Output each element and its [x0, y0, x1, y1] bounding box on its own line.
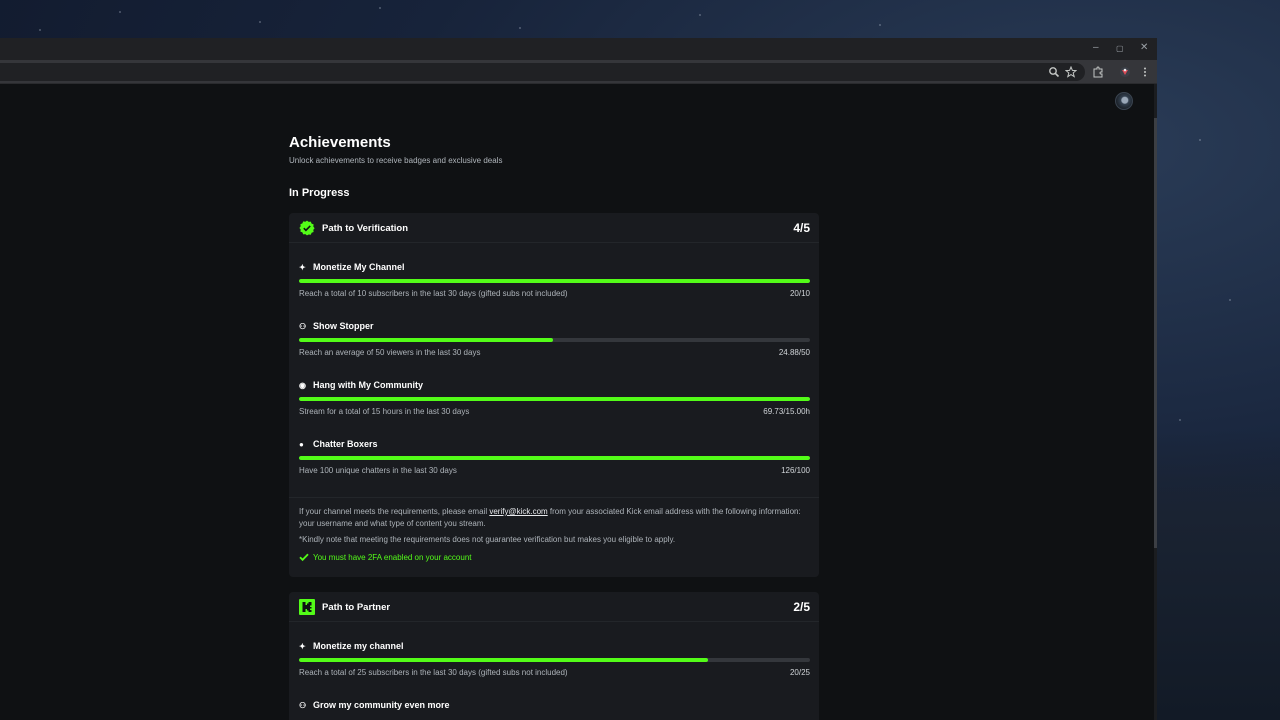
progress-bar-fill: [299, 456, 810, 460]
user-avatar[interactable]: [1115, 92, 1133, 110]
wallpaper-landscape: [1157, 430, 1280, 720]
task-title: Monetize my channel: [313, 641, 404, 651]
page-viewport: Achievements Unlock achievements to rece…: [0, 84, 1157, 720]
task-description: Stream for a total of 15 hours in the la…: [299, 407, 470, 416]
task-title: Grow my community even more: [313, 700, 450, 710]
task-description: Reach an average of 50 viewers in the la…: [299, 348, 481, 357]
page-subtitle: Unlock achievements to receive badges an…: [289, 156, 503, 165]
verification-instructions: If your channel meets the requirements, …: [299, 507, 801, 528]
browser-window: – ▢ ✕ Achievements Unlock achievements t…: [0, 38, 1157, 720]
verify-email-link[interactable]: verify@kick.com: [489, 507, 547, 516]
verification-card: Path to Verification 4/5 ✦ Monetize My Ch…: [289, 213, 819, 577]
users-icon: ⚇: [299, 701, 307, 710]
partner-card-title: Path to Partner: [322, 602, 391, 613]
task-title: Chatter Boxers: [313, 439, 378, 449]
progress-bar: [299, 279, 810, 283]
progress-bar-fill: [299, 397, 810, 401]
menu-icon[interactable]: [1137, 64, 1153, 80]
task-progress-value: 69.73/15.00h: [763, 407, 810, 416]
task-description: Reach a total of 10 subscribers in the l…: [299, 289, 568, 298]
verification-card-count: 4/5: [793, 221, 810, 235]
progress-bar-fill: [299, 658, 708, 662]
section-title-in-progress: In Progress: [289, 187, 350, 199]
card-divider: [289, 497, 819, 498]
progress-bar-fill: [299, 279, 810, 283]
progress-bar: [299, 338, 810, 342]
page-title: Achievements: [289, 134, 391, 151]
task-progress-value: 20/25: [789, 668, 810, 677]
partner-card-count: 2/5: [793, 600, 810, 614]
progress-bar-fill: [299, 338, 554, 342]
zoom-icon[interactable]: [1046, 64, 1062, 80]
kick-logo-icon: [299, 599, 315, 615]
chat-icon: ●: [299, 440, 304, 449]
maximize-icon[interactable]: ▢: [1116, 44, 1124, 53]
task-title: Show Stopper: [313, 321, 374, 331]
users-icon: ⚇: [299, 322, 307, 331]
verification-disclaimer: *Kindly note that meeting the requiremen…: [299, 535, 676, 544]
scrollbar-thumb[interactable]: [1154, 118, 1157, 548]
progress-bar: [299, 397, 810, 401]
browser-toolbar: [0, 60, 1157, 84]
verification-card-title: Path to Verification: [322, 223, 409, 234]
task-title: Monetize My Channel: [313, 262, 405, 272]
partner-card-header[interactable]: Path to Partner 2/5: [289, 592, 819, 622]
title-bar: – ▢ ✕: [0, 38, 1157, 60]
progress-bar: [299, 456, 810, 460]
requirement-2fa: You must have 2FA enabled on your accoun…: [299, 552, 471, 562]
close-icon[interactable]: ✕: [1140, 42, 1148, 53]
sparkle-icon: ✦: [299, 642, 306, 651]
minimize-icon[interactable]: –: [1093, 42, 1099, 53]
bookmark-star-icon[interactable]: [1063, 64, 1079, 80]
task-progress-value: 24.88/50: [778, 348, 810, 357]
progress-bar: [299, 658, 810, 662]
address-bar[interactable]: [0, 63, 1085, 81]
sparkle-icon: ✦: [299, 263, 306, 272]
task-title: Hang with My Community: [313, 380, 423, 390]
task-description: Have 100 unique chatters in the last 30 …: [299, 466, 457, 475]
task-progress-value: 20/10: [789, 289, 810, 298]
extensions-icon[interactable]: [1090, 64, 1106, 80]
task-description: Reach a total of 25 subscribers in the l…: [299, 668, 568, 677]
checkmark-icon: [299, 553, 309, 562]
partner-card: Path to Partner 2/5 ✦ Monetize my channel…: [289, 592, 819, 720]
broadcast-icon: ◉: [299, 381, 306, 390]
profile-icon[interactable]: [1117, 64, 1133, 80]
verification-card-header[interactable]: Path to Verification 4/5: [289, 213, 819, 243]
verified-badge-icon: [299, 220, 315, 236]
task-progress-value: 126/100: [781, 466, 810, 475]
